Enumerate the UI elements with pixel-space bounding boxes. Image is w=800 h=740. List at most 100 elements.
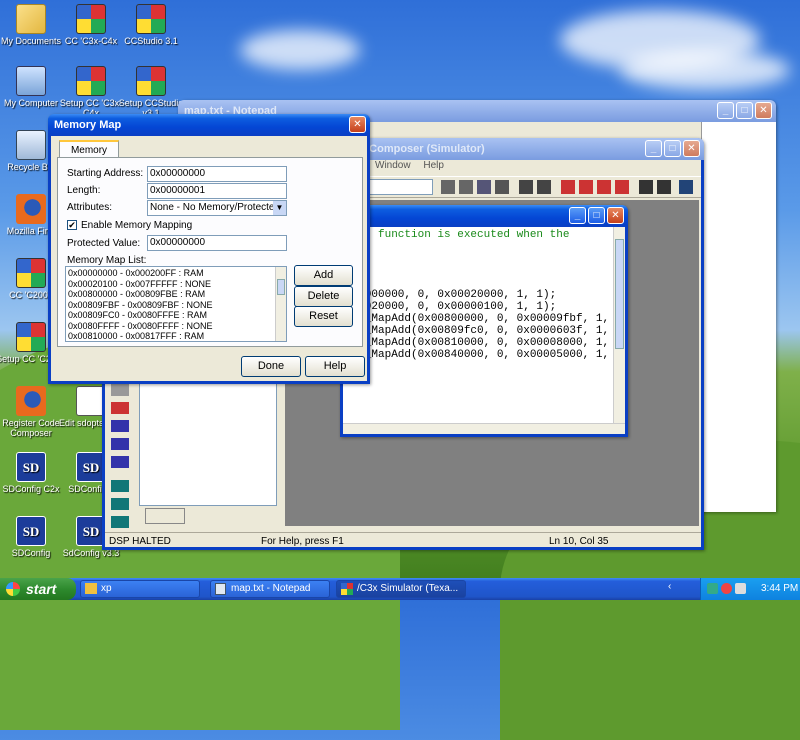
side-toolbar xyxy=(111,384,129,528)
notepad-text-area[interactable] xyxy=(701,122,776,512)
done-button[interactable]: Done xyxy=(241,356,301,377)
status-position: Ln 10, Col 35 xyxy=(549,536,609,547)
list-item[interactable]: 0x00809FBF - 0x00809FBF : NONE xyxy=(68,300,284,311)
indent-icon[interactable] xyxy=(639,180,653,194)
toolbar-combo[interactable] xyxy=(365,179,433,195)
editor-titlebar[interactable]: _ □ ✕ xyxy=(340,205,628,227)
reset-button[interactable]: Reset xyxy=(294,306,353,327)
menu-help[interactable]: Help xyxy=(423,160,444,171)
task-xp[interactable]: xp xyxy=(80,580,200,598)
attributes-label: Attributes: xyxy=(67,202,113,213)
code-line: ( ); xyxy=(345,277,613,289)
setup-ccstudio-icon[interactable]: Setup CCStudio v3.1 xyxy=(116,66,186,118)
bookmark-toggle-icon[interactable] xyxy=(561,180,575,194)
bookmark-prev-icon[interactable] xyxy=(597,180,611,194)
task-ccs[interactable]: /C3x Simulator (Texa... xyxy=(336,580,466,598)
code-line: x00000000, 0, 0x00020000, 1, 1); xyxy=(345,289,557,301)
halt-icon[interactable] xyxy=(111,498,129,510)
windows-logo-icon xyxy=(6,582,20,596)
code-line: GEL_MapAdd(0x00800000, 0, 0x00009fbf, 1,… xyxy=(345,313,613,325)
clock[interactable]: 3:44 PM xyxy=(761,578,798,600)
help-pointer-icon[interactable] xyxy=(537,180,551,194)
chevron-down-icon[interactable]: ▼ xyxy=(273,201,286,215)
close-icon[interactable]: ✕ xyxy=(349,116,366,133)
list-scroll-thumb[interactable] xyxy=(277,279,285,295)
system-tray: 3:44 PM xyxy=(700,578,800,600)
memory-map-list[interactable]: 0x00000000 - 0x000200FF : RAM 0x00020100… xyxy=(65,266,287,342)
starting-address-input[interactable]: 0x00000000 xyxy=(147,166,287,182)
project-view[interactable] xyxy=(139,382,277,506)
list-item[interactable]: 0x00809FC0 - 0x0080FFFE : RAM xyxy=(68,310,284,321)
menu-window[interactable]: Window xyxy=(375,160,411,171)
code-line: x00020000, 0, 0x00000100, 1, 1); xyxy=(345,301,557,313)
chevron-left-icon[interactable]: ‹ xyxy=(668,581,680,595)
status-bar: DSP HALTED For Help, press F1 Ln 10, Col… xyxy=(105,532,701,550)
list-item[interactable]: 0x00800000 - 0x00809FBE : RAM xyxy=(68,289,284,300)
list-item[interactable]: 0x00020100 - 0x007FFFFF : NONE xyxy=(68,279,284,290)
horizontal-scrollbar[interactable] xyxy=(343,423,625,434)
maximize-icon[interactable]: □ xyxy=(588,207,605,224)
bookmark-clear-icon[interactable] xyxy=(615,180,629,194)
close-icon[interactable]: ✕ xyxy=(683,140,700,157)
memory-map-dialog[interactable]: Memory Map ✕ Memory Map Starting Address… xyxy=(48,114,370,384)
help-button[interactable]: Help xyxy=(305,356,365,377)
side-icon-4[interactable] xyxy=(111,438,129,450)
print-icon[interactable] xyxy=(519,180,533,194)
outdent-icon[interactable] xyxy=(657,180,671,194)
list-item[interactable]: 0x0080FFFF - 0x0080FFFF : NONE xyxy=(68,321,284,332)
maximize-icon[interactable]: □ xyxy=(736,102,753,119)
maximize-icon[interactable]: □ xyxy=(664,140,681,157)
notepad-icon xyxy=(215,583,226,595)
side-icon-3[interactable] xyxy=(111,420,129,432)
editor-window[interactable]: _ □ ✕ up() function is executed when the… xyxy=(340,205,628,437)
start-button[interactable]: start xyxy=(0,578,76,600)
side-icon-5[interactable] xyxy=(111,456,129,468)
ccs-menubar: Window Help xyxy=(375,160,444,176)
find-prev-icon[interactable] xyxy=(495,180,509,194)
add-button[interactable]: Add xyxy=(294,265,353,286)
minimize-icon[interactable]: _ xyxy=(645,140,662,157)
code-line-comment: up() function is executed when the xyxy=(345,229,570,241)
list-item[interactable]: 0x00000000 - 0x000200FF : RAM xyxy=(68,268,284,279)
code-line: GEL_MapAdd(0x00810000, 0, 0x00008000, 1,… xyxy=(345,337,613,349)
status-dsp-state: DSP HALTED xyxy=(109,536,171,547)
task-notepad[interactable]: map.txt - Notepad xyxy=(210,580,330,598)
ccs-title: e Composer (Simulator) xyxy=(360,143,485,155)
bookmark-next-icon[interactable] xyxy=(579,180,593,194)
project-tabs[interactable] xyxy=(145,508,185,524)
code-line: GEL_MapAdd(0x00809fc0, 0, 0x0000603f, 1,… xyxy=(345,325,613,337)
vertical-scrollbar[interactable] xyxy=(613,227,625,423)
edit-icon[interactable] xyxy=(679,180,693,194)
attributes-select[interactable]: None - No Memory/Protected ▼ xyxy=(147,200,287,216)
close-icon[interactable]: ✕ xyxy=(607,207,624,224)
task-xp-label: xp xyxy=(101,583,112,594)
start-label: start xyxy=(26,581,57,597)
side-icon-2[interactable] xyxy=(111,402,129,414)
volume-icon[interactable] xyxy=(735,583,746,594)
attributes-value: None - No Memory/Protected xyxy=(150,202,281,213)
security-icon[interactable] xyxy=(721,583,732,594)
taskbar: start xp map.txt - Notepad /C3x Simulato… xyxy=(0,578,800,600)
enable-mapping-checkbox[interactable]: ✔ xyxy=(67,220,77,230)
network-icon[interactable] xyxy=(707,583,718,594)
scroll-thumb[interactable] xyxy=(615,239,624,349)
length-label: Length: xyxy=(67,185,101,196)
minimize-icon[interactable]: _ xyxy=(569,207,586,224)
minimize-icon[interactable]: _ xyxy=(717,102,734,119)
list-item[interactable]: 0x00810000 - 0x00817FFF : RAM xyxy=(68,331,284,341)
length-input[interactable]: 0x00000001 xyxy=(147,183,287,199)
binoculars-icon[interactable] xyxy=(441,180,455,194)
tab-memory-map[interactable]: Memory Map xyxy=(59,140,119,173)
find-next-icon[interactable] xyxy=(459,180,473,194)
list-scrollbar[interactable] xyxy=(275,267,286,341)
side-icon-1[interactable] xyxy=(111,384,129,396)
code-area[interactable]: up() function is executed when the ); ( … xyxy=(343,227,613,423)
dialog-titlebar[interactable]: Memory Map ✕ xyxy=(48,114,370,136)
find-icon[interactable] xyxy=(477,180,491,194)
ccstudio-icon[interactable]: CCStudio 3.1 xyxy=(116,4,186,46)
delete-button[interactable]: Delete xyxy=(294,286,353,307)
close-icon[interactable]: ✕ xyxy=(755,102,772,119)
protected-value-input[interactable]: 0x00000000 xyxy=(147,235,287,251)
animate-icon[interactable] xyxy=(111,516,129,528)
run-icon[interactable] xyxy=(111,480,129,492)
